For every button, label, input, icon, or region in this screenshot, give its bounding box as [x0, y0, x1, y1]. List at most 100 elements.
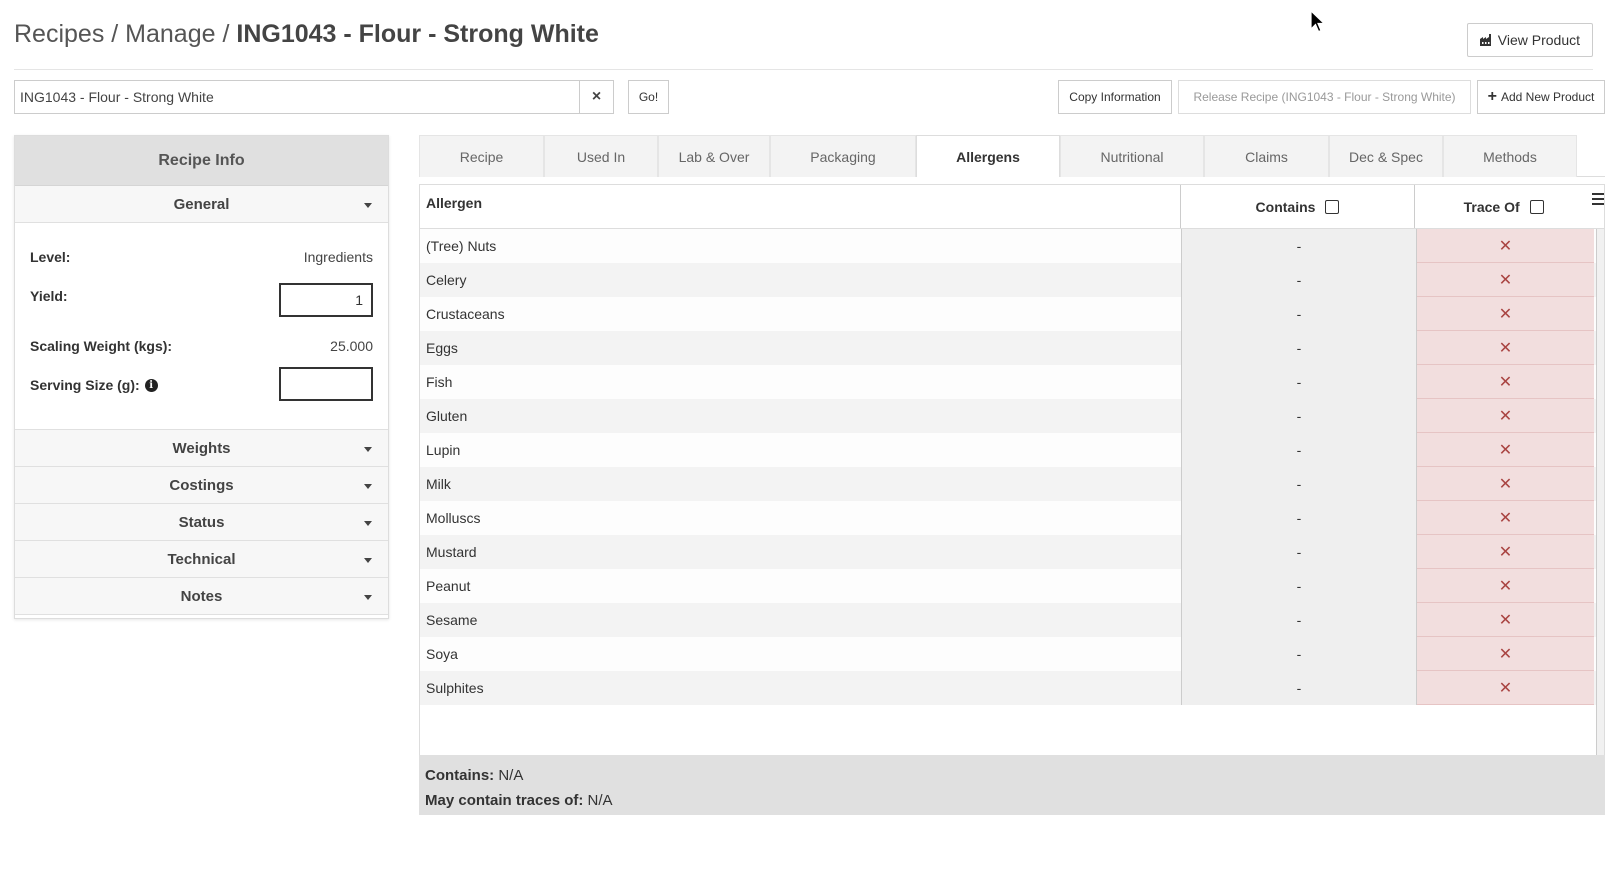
cross-icon: ✕ — [1498, 237, 1513, 255]
cross-icon: ✕ — [1498, 441, 1513, 459]
cross-icon: ✕ — [1498, 645, 1513, 663]
accordion-notes[interactable]: Notes — [15, 578, 388, 615]
cross-icon: ✕ — [1498, 373, 1513, 391]
breadcrumb-separator: / — [215, 20, 237, 48]
cross-icon: ✕ — [1498, 339, 1513, 357]
contains-cell[interactable]: - — [1182, 229, 1417, 263]
cross-icon: ✕ — [1498, 679, 1513, 697]
contains-cell[interactable]: - — [1182, 263, 1417, 297]
accordion-general-label: General — [173, 195, 230, 213]
trace-cell[interactable]: ✕ — [1417, 433, 1594, 467]
contains-cell[interactable]: - — [1182, 603, 1417, 637]
column-menu-icon[interactable] — [1592, 185, 1604, 228]
go-button[interactable]: Go! — [628, 80, 669, 114]
contains-select-all-checkbox[interactable] — [1325, 199, 1340, 214]
breadcrumb-recipes[interactable]: Recipes — [14, 20, 104, 48]
accordion-costings[interactable]: Costings — [15, 467, 388, 504]
clear-search-button[interactable]: × — [579, 80, 614, 114]
table-row: Eggs - ✕ — [420, 331, 1604, 365]
allergen-name-cell: Crustaceans — [420, 297, 1182, 331]
allergen-summary: Contains: N/A May contain traces of: N/A — [419, 755, 1605, 815]
trace-cell[interactable]: ✕ — [1417, 331, 1594, 365]
trace-cell[interactable]: ✕ — [1417, 569, 1594, 603]
cross-icon: ✕ — [1498, 407, 1513, 425]
trace-cell[interactable]: ✕ — [1417, 501, 1594, 535]
table-header: Allergen Contains Trace Of — [420, 185, 1604, 229]
tab-dec-spec[interactable]: Dec & Spec — [1329, 135, 1443, 177]
tab-packaging[interactable]: Packaging — [770, 135, 916, 177]
table-row: Sesame - ✕ — [420, 603, 1604, 637]
trace-cell[interactable]: ✕ — [1417, 399, 1594, 433]
accordion-status[interactable]: Status — [15, 504, 388, 541]
contains-cell[interactable]: - — [1182, 569, 1417, 603]
accordion-technical[interactable]: Technical — [15, 541, 388, 578]
accordion-general[interactable]: General — [15, 186, 388, 223]
tab-recipe[interactable]: Recipe — [419, 135, 544, 177]
tab-methods[interactable]: Methods — [1443, 135, 1577, 177]
trace-cell[interactable]: ✕ — [1417, 671, 1594, 705]
allergen-name-cell: Eggs — [420, 331, 1182, 365]
caret-down-icon — [364, 203, 372, 208]
copy-information-button[interactable]: Copy Information — [1058, 80, 1172, 114]
trace-cell[interactable]: ✕ — [1417, 263, 1594, 297]
contains-summary-value: N/A — [498, 767, 524, 784]
caret-down-icon — [364, 484, 372, 489]
table-row: Sulphites - ✕ — [420, 671, 1604, 705]
trace-cell[interactable]: ✕ — [1417, 535, 1594, 569]
contains-cell[interactable]: - — [1182, 365, 1417, 399]
trace-select-all-checkbox[interactable] — [1529, 199, 1544, 214]
table-scrollbar[interactable] — [1596, 229, 1604, 755]
tab-nutritional[interactable]: Nutritional — [1060, 135, 1204, 177]
tab-used-in[interactable]: Used In — [544, 135, 658, 177]
contains-summary-label: Contains: — [425, 767, 495, 784]
column-header-allergen-label: Allergen — [426, 195, 483, 211]
contains-cell[interactable]: - — [1182, 535, 1417, 569]
cross-icon: ✕ — [1498, 509, 1513, 527]
allergen-name-cell: Molluscs — [420, 501, 1182, 535]
tab-claims[interactable]: Claims — [1204, 135, 1329, 177]
contains-cell[interactable]: - — [1182, 637, 1417, 671]
trace-cell[interactable]: ✕ — [1417, 467, 1594, 501]
trace-cell[interactable]: ✕ — [1417, 297, 1594, 331]
trace-cell[interactable]: ✕ — [1417, 603, 1594, 637]
serving-size-input[interactable] — [279, 367, 373, 401]
contains-cell[interactable]: - — [1182, 467, 1417, 501]
table-row: Molluscs - ✕ — [420, 501, 1604, 535]
trace-cell[interactable]: ✕ — [1417, 365, 1594, 399]
traces-summary-value: N/A — [587, 792, 613, 809]
yield-input[interactable] — [279, 283, 373, 317]
accordion-label: Status — [178, 513, 225, 531]
allergen-name-cell: Mustard — [420, 535, 1182, 569]
tab-lab-over[interactable]: Lab & Over — [658, 135, 770, 177]
accordion-weights[interactable]: Weights — [15, 430, 388, 467]
breadcrumb-manage[interactable]: Manage — [125, 20, 215, 48]
tab-allergens[interactable]: Allergens — [916, 135, 1060, 177]
contains-cell[interactable]: - — [1182, 501, 1417, 535]
release-recipe-button[interactable]: Release Recipe (ING1043 - Flour - Strong… — [1178, 80, 1471, 114]
table-row: Gluten - ✕ — [420, 399, 1604, 433]
recipe-search: × — [14, 80, 614, 114]
serving-size-label-text: Serving Size (g): — [30, 377, 140, 393]
contains-cell[interactable]: - — [1182, 297, 1417, 331]
factory-icon — [1479, 34, 1491, 46]
contains-cell[interactable]: - — [1182, 399, 1417, 433]
close-icon: × — [591, 88, 602, 105]
cross-icon: ✕ — [1498, 611, 1513, 629]
info-icon[interactable]: i — [144, 378, 158, 392]
yield-label: Yield: — [30, 288, 68, 304]
caret-down-icon — [364, 558, 372, 563]
allergen-name-cell: Soya — [420, 637, 1182, 671]
view-product-button[interactable]: View Product — [1466, 23, 1593, 57]
recipe-search-input[interactable] — [14, 80, 580, 114]
add-new-product-label: Add New Product — [1500, 90, 1595, 104]
table-row: (Tree) Nuts - ✕ — [420, 229, 1604, 263]
contains-cell[interactable]: - — [1182, 433, 1417, 467]
trace-cell[interactable]: ✕ — [1417, 229, 1594, 263]
contains-cell[interactable]: - — [1182, 331, 1417, 365]
caret-down-icon — [364, 521, 372, 526]
table-row: Mustard - ✕ — [420, 535, 1604, 569]
trace-cell[interactable]: ✕ — [1417, 637, 1594, 671]
contains-cell[interactable]: - — [1182, 671, 1417, 705]
add-new-product-button[interactable]: + Add New Product — [1477, 80, 1605, 114]
allergens-table: Allergen Contains Trace Of (Tree) Nuts - ✕… — [419, 184, 1605, 755]
